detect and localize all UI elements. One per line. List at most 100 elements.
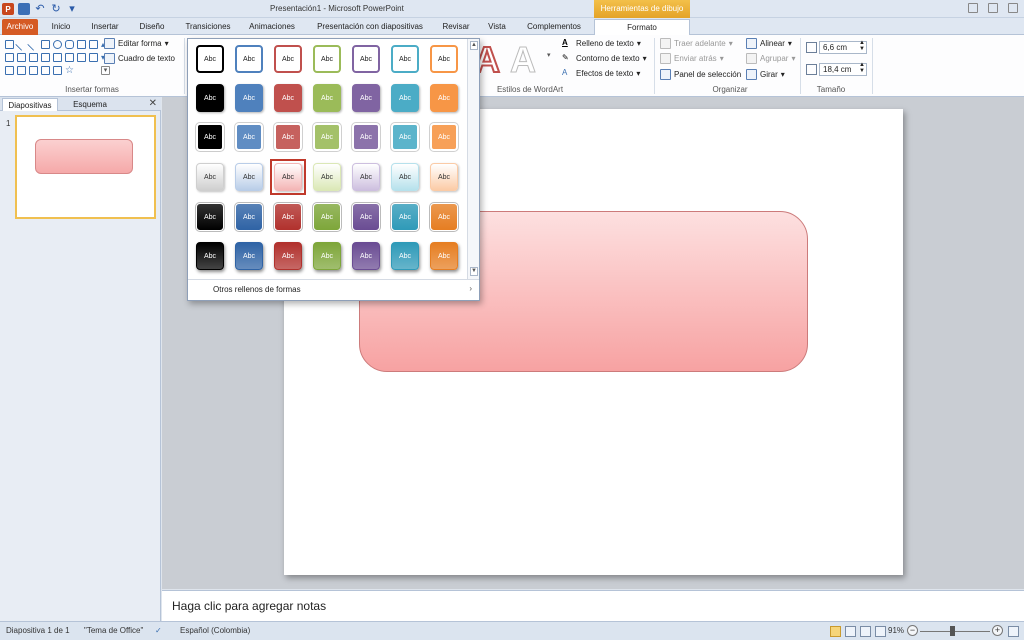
tab-view[interactable]: Vista [482,19,512,35]
shape-style-cell[interactable]: Abc [313,84,341,112]
gallery-scroll-up-icon[interactable]: ▲ [470,41,478,50]
shape-style-cell[interactable]: Abc [430,84,458,112]
shape-style-cell[interactable]: Abc [352,84,380,112]
tab-review[interactable]: Revisar [438,19,474,35]
tab-transitions[interactable]: Transiciones [180,19,236,35]
shape-style-cell[interactable]: Abc [273,202,303,232]
language[interactable]: Español (Colombia) [180,626,250,635]
send-backward-button[interactable]: Enviar atrás ▾ [660,53,724,64]
wordart-style-2[interactable]: A [510,39,537,81]
shape-style-cell[interactable]: Abc [391,163,419,191]
shape-style-cell[interactable]: Abc [196,45,224,73]
shape-style-cell[interactable]: Abc [234,202,264,232]
group-button[interactable]: Agrupar ▾ [746,53,795,64]
down-arrow-shape-icon[interactable] [53,53,62,62]
shape-style-cell[interactable]: Abc [195,122,225,152]
shape-style-cell[interactable]: Abc [313,45,341,73]
shape-style-cell[interactable]: Abc [196,84,224,112]
fit-to-window-icon[interactable] [1008,626,1019,637]
shape-style-cell[interactable]: Abc [312,202,342,232]
close-pane-icon[interactable]: ✕ [149,98,157,109]
text-fill-button[interactable]: A Relleno de texto ▾ [562,38,641,49]
bent-line-shape-icon[interactable] [89,40,98,49]
shape-style-cell[interactable]: Abc [390,122,420,152]
undo-icon[interactable]: ↶ [34,3,46,15]
zoom-slider[interactable] [920,631,990,632]
reading-view-icon[interactable] [860,626,871,637]
shape-style-cell[interactable]: Abc [196,242,224,270]
right-brace-shape-icon[interactable] [53,66,62,75]
shape-style-cell[interactable]: Abc [352,242,380,270]
tab-addins[interactable]: Complementos [520,19,588,35]
edit-shape-button[interactable]: Editar forma ▾ [104,38,169,49]
rounded-rect-shape-icon[interactable] [65,40,74,49]
selection-pane-button[interactable]: Panel de selección [660,69,741,80]
zoom-level[interactable]: 91% [888,626,904,635]
shape-style-cell[interactable]: Abc [274,242,302,270]
minimize-icon[interactable] [968,3,978,13]
shape-style-cell[interactable]: Abc [391,84,419,112]
tab-animations[interactable]: Animaciones [244,19,300,35]
more-shape-fills-link[interactable]: Otros rellenos de formas [213,285,301,294]
tab-format[interactable]: Formato [594,19,690,35]
gallery-scroll-down-icon[interactable]: ▼ [470,267,478,276]
textbox-shape-icon[interactable] [5,40,14,49]
shape-style-cell[interactable]: Abc [390,202,420,232]
shape-style-cell[interactable]: Abc [196,163,224,191]
rotate-button[interactable]: Girar ▾ [746,69,785,80]
slide-sorter-view-icon[interactable] [845,626,856,637]
zoom-out-icon[interactable]: − [907,625,918,636]
tab-design[interactable]: Diseño [134,19,170,35]
text-effects-button[interactable]: A Efectos de texto ▾ [562,68,640,79]
redo-icon[interactable]: ↻ [50,3,62,15]
right-arrow-shape-icon[interactable] [41,53,50,62]
text-outline-button[interactable]: ✎ Contorno de texto ▾ [562,53,647,64]
shape-style-cell[interactable]: Abc [274,45,302,73]
theme-name[interactable]: "Tema de Office" [84,626,143,635]
left-brace-shape-icon[interactable] [41,66,50,75]
shape-style-cell[interactable]: Abc [235,45,263,73]
tab-insert[interactable]: Insertar [86,19,124,35]
normal-view-icon[interactable] [830,626,841,637]
shape-style-cell[interactable]: Abc [234,122,264,152]
shape-style-cell[interactable]: Abc [351,122,381,152]
shape-style-cell[interactable]: Abc [235,163,263,191]
shape-style-cell[interactable]: Abc [235,242,263,270]
shape-style-cell[interactable]: Abc [351,202,381,232]
star-shape-icon[interactable]: ☆ [65,66,74,76]
tab-home[interactable]: Inicio [46,19,76,35]
shape-style-cell[interactable]: Abc [430,45,458,73]
elbow-connector-shape-icon[interactable] [17,53,26,62]
width-stepper[interactable]: ▲ ▼ [859,62,865,74]
shape-style-cell[interactable]: Abc [391,242,419,270]
shape-style-cell[interactable]: Abc [313,163,341,191]
wordart-more-button[interactable]: ▾ [547,51,551,59]
slide-thumbnail[interactable] [15,115,156,219]
scribble-shape-icon[interactable] [5,66,14,75]
curve2-shape-icon[interactable] [29,66,38,75]
shape-style-cell[interactable]: Abc [352,163,380,191]
shape-style-cell[interactable]: Abc [352,45,380,73]
slideshow-view-icon[interactable] [875,626,886,637]
shape-style-cell[interactable]: Abc [429,202,459,232]
height-stepper[interactable]: ▲ ▼ [859,40,865,52]
rectangle-shape-icon[interactable] [41,40,50,49]
gallery-footer[interactable]: Otros rellenos de formas › [188,279,479,301]
notes-placeholder[interactable]: Haga clic para agregar notas [172,599,326,613]
shape-style-cell[interactable]: Abc [273,122,303,152]
shape-style-cell[interactable]: Abc [430,163,458,191]
close-window-icon[interactable] [1008,3,1018,13]
line-shape-icon[interactable] [15,38,28,51]
triangle-shape-icon[interactable] [77,40,86,49]
oval-shape-icon[interactable] [53,40,62,49]
tab-slideshow[interactable]: Presentación con diapositivas [310,19,430,35]
elbow-arrow-shape-icon[interactable] [29,53,38,62]
shape-style-cell[interactable]: Abc [313,242,341,270]
save-icon[interactable] [18,3,30,15]
tab-slides[interactable]: Diapositivas [2,98,58,111]
align-button[interactable]: Alinear ▾ [746,38,792,49]
shape-style-cell[interactable]: Abc [312,122,342,152]
zoom-in-icon[interactable]: + [992,625,1003,636]
zoom-slider-thumb[interactable] [950,626,955,636]
triangle2-shape-icon[interactable] [5,53,14,62]
